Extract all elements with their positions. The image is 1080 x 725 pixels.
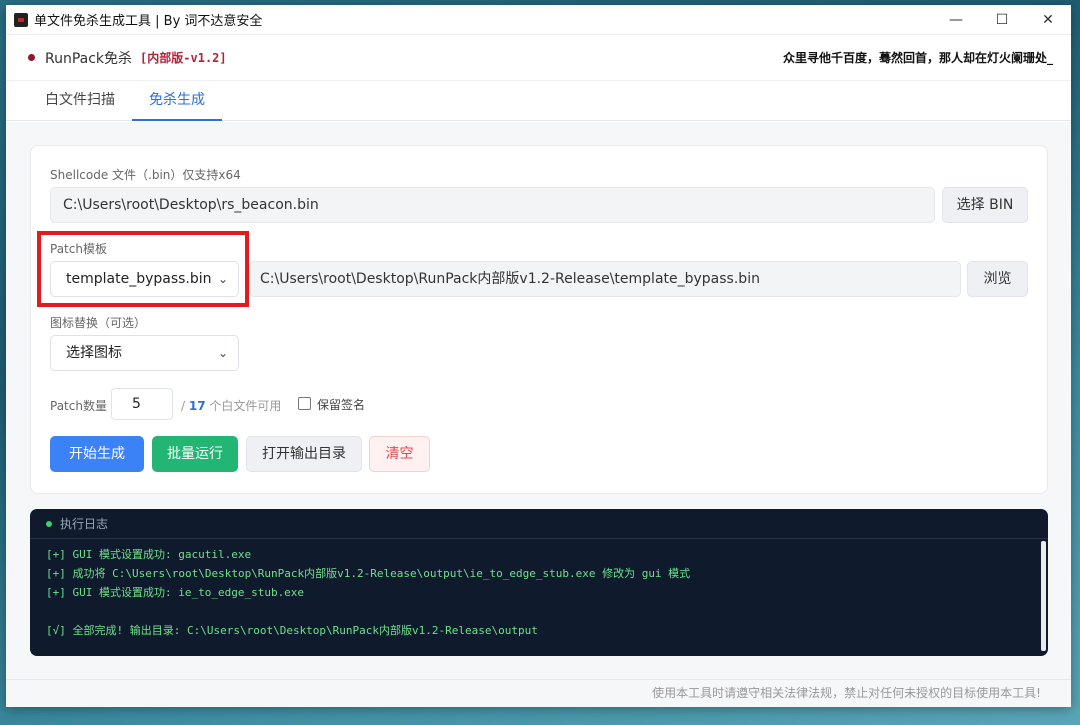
minimize-button[interactable]: — xyxy=(933,5,979,35)
status-dot-icon xyxy=(28,54,35,61)
main-content: Shellcode 文件（.bin）仅支持x64 C:\Users\root\D… xyxy=(6,122,1071,707)
close-button[interactable]: ✕ xyxy=(1025,5,1071,35)
select-bin-button[interactable]: 选择 BIN xyxy=(942,187,1028,223)
open-output-dir-button[interactable]: 打开输出目录 xyxy=(246,436,362,472)
log-title: 执行日志 xyxy=(60,517,109,531)
log-output: [+] GUI 模式设置成功: gacutil.exe [+] 成功将 C:\U… xyxy=(30,539,1048,640)
title-bar: 单文件免杀生成工具 | By 词不达意安全 — ☐ ✕ xyxy=(6,5,1071,35)
shellcode-path-field[interactable]: C:\Users\root\Desktop\rs_beacon.bin xyxy=(50,187,935,223)
log-status-dot-icon xyxy=(46,520,52,527)
count-prefix: / xyxy=(181,399,186,413)
tab-bar: 白文件扫描 免杀生成 xyxy=(6,81,1071,121)
tab-bypass-generate[interactable]: 免杀生成 xyxy=(132,81,222,121)
icon-select[interactable]: 选择图标 ⌄ xyxy=(50,335,239,371)
maximize-button[interactable]: ☐ xyxy=(979,5,1025,35)
log-line: [+] 成功将 C:\Users\root\Desktop\RunPack内部版… xyxy=(46,567,691,580)
chevron-down-icon: ⌄ xyxy=(217,346,228,360)
patch-count-input[interactable]: 5 xyxy=(111,388,173,420)
start-generate-button[interactable]: 开始生成 xyxy=(50,436,144,472)
icon-replace-label: 图标替换（可选） xyxy=(50,316,147,330)
patch-template-path-field[interactable]: C:\Users\root\Desktop\RunPack内部版v1.2-Rel… xyxy=(249,261,961,297)
patch-template-select[interactable]: template_bypass.bin ⌄ xyxy=(50,261,239,297)
browse-button[interactable]: 浏览 xyxy=(967,261,1028,297)
generate-form-card: Shellcode 文件（.bin）仅支持x64 C:\Users\root\D… xyxy=(30,145,1048,494)
chevron-down-icon: ⌄ xyxy=(217,272,228,286)
keep-signature-checkbox[interactable] xyxy=(298,397,311,410)
log-line: [+] GUI 模式设置成功: gacutil.exe xyxy=(46,548,252,561)
brand-name: RunPack免杀 xyxy=(45,50,133,67)
clear-button[interactable]: 清空 xyxy=(369,436,430,472)
window-title: 单文件免杀生成工具 | By 词不达意安全 xyxy=(34,14,263,29)
log-scrollbar[interactable] xyxy=(1041,541,1046,651)
batch-run-button[interactable]: 批量运行 xyxy=(152,436,238,472)
log-line: [√] 全部完成! 输出目录: C:\Users\root\Desktop\Ru… xyxy=(46,624,538,637)
keep-signature-label[interactable]: 保留签名 xyxy=(317,396,365,413)
icon-select-value: 选择图标 xyxy=(66,345,122,361)
app-window: 单文件免杀生成工具 | By 词不达意安全 — ☐ ✕ RunPack免杀 [内… xyxy=(6,5,1071,707)
app-header: RunPack免杀 [内部版-v1.2] 众里寻他千百度，蓦然回首，那人却在灯火… xyxy=(6,35,1071,81)
patch-template-value: template_bypass.bin xyxy=(66,271,212,287)
count-total: 17 xyxy=(188,399,206,413)
patch-count-label: Patch数量 xyxy=(50,399,107,413)
patch-template-label: Patch模板 xyxy=(50,242,107,256)
execution-log-panel: 执行日志 [+] GUI 模式设置成功: gacutil.exe [+] 成功将… xyxy=(30,509,1048,656)
legal-footer: 使用本工具时请遵守相关法律法规，禁止对任何未授权的目标使用本工具! xyxy=(6,679,1071,707)
window-controls: — ☐ ✕ xyxy=(933,5,1071,35)
available-count: / 17 个白文件可用 xyxy=(181,397,281,414)
app-logo-icon xyxy=(14,12,28,27)
log-header: 执行日志 xyxy=(30,509,1048,539)
tab-whitefile-scan[interactable]: 白文件扫描 xyxy=(28,81,132,121)
shellcode-label: Shellcode 文件（.bin）仅支持x64 xyxy=(50,168,241,182)
header-quote: 众里寻他千百度，蓦然回首，那人却在灯火阑珊处_ xyxy=(782,51,1053,65)
count-suffix: 个白文件可用 xyxy=(209,399,282,413)
log-line: [+] GUI 模式设置成功: ie_to_edge_stub.exe xyxy=(46,586,305,599)
version-badge: [内部版-v1.2] xyxy=(140,51,227,65)
